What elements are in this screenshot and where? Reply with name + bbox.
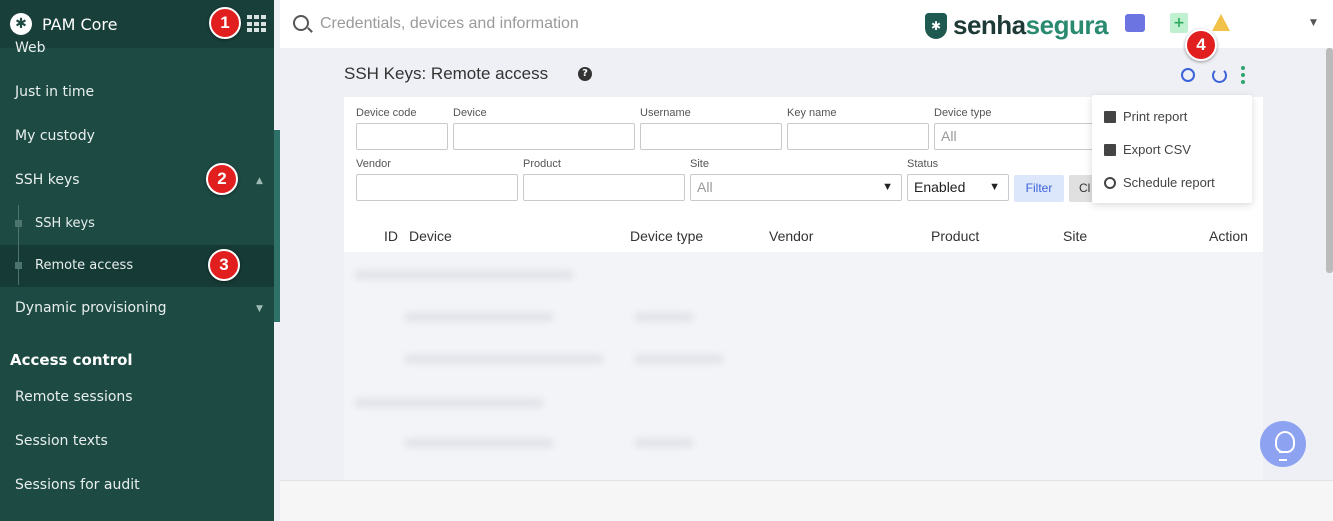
column-header-vendor[interactable]: Vendor — [769, 228, 813, 244]
app-logo-icon: ✱ — [10, 13, 32, 35]
product-input[interactable] — [523, 174, 685, 201]
brand-logo[interactable]: ✱ senhasegura — [925, 10, 1108, 41]
more-options-menu: Print report Export CSV Schedule report — [1092, 95, 1252, 203]
sidebar-item-dynamic-provisioning[interactable]: Dynamic provisioning — [15, 300, 167, 316]
label-device: Device — [453, 107, 487, 119]
sidebar-scrollbar[interactable] — [274, 130, 280, 322]
printer-icon — [1104, 110, 1116, 123]
clock-icon — [1104, 176, 1116, 189]
search-icon — [293, 15, 309, 31]
sidebar-item-web[interactable]: Web — [15, 40, 46, 56]
table-row — [634, 312, 694, 322]
table-row — [404, 312, 554, 322]
footer — [280, 480, 1333, 521]
sidebar-item-sessions-for-audit[interactable]: Sessions for audit — [15, 477, 140, 493]
label-site: Site — [690, 158, 709, 170]
menu-item-schedule-report[interactable]: Schedule report — [1104, 175, 1215, 190]
site-select-value: All — [697, 179, 713, 195]
device-code-input[interactable] — [356, 123, 448, 150]
column-header-product[interactable]: Product — [931, 228, 979, 244]
table-row — [404, 354, 604, 364]
chevron-up-icon[interactable]: ▲ — [256, 176, 263, 186]
table-row — [634, 354, 724, 364]
key-name-input[interactable] — [787, 123, 929, 150]
callout-4: 4 — [1185, 29, 1217, 61]
user-menu-caret-icon[interactable]: ▼ — [1310, 18, 1317, 28]
label-vendor: Vendor — [356, 158, 391, 170]
label-product: Product — [523, 158, 561, 170]
sidebar-item-my-custody[interactable]: My custody — [15, 128, 95, 144]
label-username: Username — [640, 107, 691, 119]
status-select-value: Enabled — [914, 179, 966, 195]
chevron-down-icon[interactable]: ▼ — [256, 304, 263, 314]
brand-name-part2: segura — [1025, 10, 1109, 40]
menu-item-label: Export CSV — [1123, 142, 1191, 157]
table-body-blurred — [344, 252, 1263, 481]
site-select[interactable]: All — [690, 174, 902, 201]
menu-item-print-report[interactable]: Print report — [1104, 109, 1187, 124]
sidebar-subitem-remote-access[interactable]: Remote access — [35, 258, 133, 273]
sidebar-item-ssh-keys[interactable]: SSH keys — [15, 172, 80, 188]
warning-icon[interactable] — [1212, 14, 1230, 31]
column-header-device-type[interactable]: Device type — [630, 228, 703, 244]
table-row — [404, 438, 554, 448]
label-key-name: Key name — [787, 107, 837, 119]
sidebar-section-access-control: Access control — [10, 351, 133, 369]
page-scrollbar[interactable] — [1326, 48, 1333, 273]
brand-name-part1: senha — [953, 10, 1026, 40]
status-select[interactable]: Enabled — [907, 174, 1009, 201]
filter-button[interactable]: Filter — [1014, 175, 1064, 202]
column-header-id[interactable]: ID — [384, 228, 398, 244]
lightbulb-help-icon[interactable] — [1260, 421, 1306, 467]
sidebar-item-session-texts[interactable]: Session texts — [15, 433, 108, 449]
table-row — [354, 398, 544, 408]
menu-item-export-csv[interactable]: Export CSV — [1104, 142, 1191, 157]
more-options-icon[interactable] — [1241, 66, 1245, 86]
vendor-input[interactable] — [356, 174, 518, 201]
callout-2: 2 — [206, 163, 238, 195]
column-header-action[interactable]: Action — [1209, 228, 1248, 244]
submenu-dot-icon — [15, 220, 22, 227]
apps-grid-icon[interactable] — [247, 15, 267, 33]
submenu-dot-icon — [15, 262, 22, 269]
callout-3: 3 — [208, 249, 240, 281]
label-device-type: Device type — [934, 107, 992, 119]
help-icon[interactable]: ? — [578, 67, 592, 81]
sidebar-item-remote-sessions[interactable]: Remote sessions — [15, 389, 133, 405]
submenu-line — [18, 205, 19, 285]
table-row — [354, 270, 574, 280]
label-status: Status — [907, 158, 939, 170]
brand-shield-icon: ✱ — [925, 12, 947, 39]
device-type-select[interactable]: All — [934, 123, 1094, 150]
label-device-code: Device code — [356, 107, 417, 119]
column-header-site[interactable]: Site — [1063, 228, 1087, 244]
menu-item-label: Schedule report — [1123, 175, 1215, 190]
app-title: PAM Core — [42, 14, 118, 34]
home-icon[interactable] — [1125, 14, 1145, 32]
new-document-icon[interactable]: + — [1170, 13, 1188, 33]
menu-item-label: Print report — [1123, 109, 1188, 124]
callout-1: 1 — [209, 7, 241, 39]
sidebar-subitem-ssh-keys[interactable]: SSH keys — [35, 216, 95, 231]
search-action-icon[interactable] — [1181, 68, 1195, 82]
column-header-device[interactable]: Device — [409, 228, 452, 244]
sidebar-item-just-in-time[interactable]: Just in time — [15, 84, 94, 100]
device-input[interactable] — [453, 123, 635, 150]
file-icon — [1104, 143, 1116, 156]
brand-name: senhasegura — [953, 10, 1108, 41]
table-row — [634, 438, 694, 448]
username-input[interactable] — [640, 123, 782, 150]
global-search-input[interactable] — [320, 12, 880, 36]
top-bar: ✱ senhasegura + ▼ — [280, 0, 1333, 48]
page-title: SSH Keys: Remote access — [344, 64, 549, 83]
refresh-icon[interactable] — [1212, 68, 1227, 83]
